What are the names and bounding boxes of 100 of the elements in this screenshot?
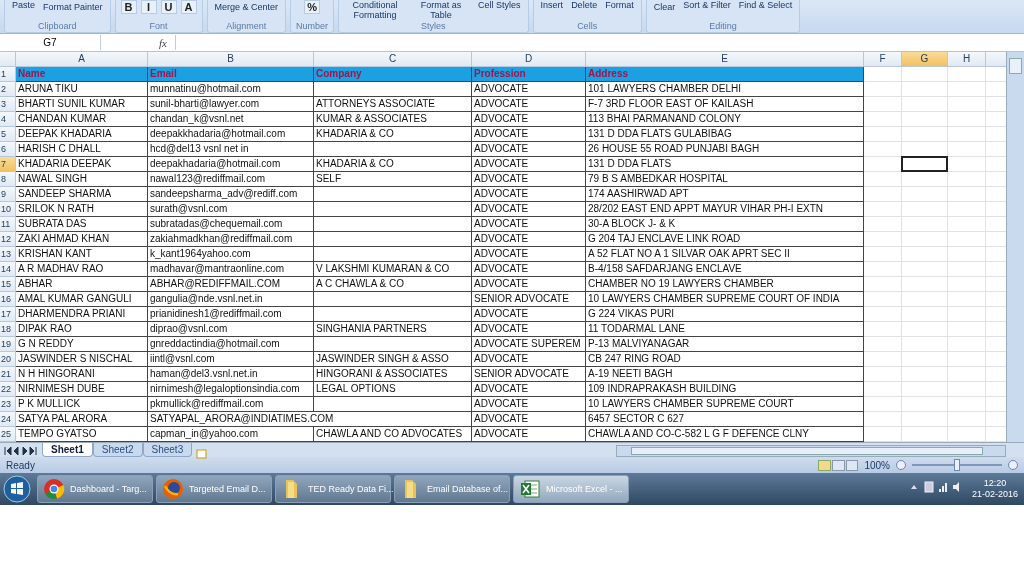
table-cell-text: G 224 VIKAS PURI [587, 307, 676, 321]
row-header[interactable]: 11 [0, 217, 16, 232]
row-header[interactable]: 9 [0, 187, 16, 202]
row-header[interactable]: 15 [0, 277, 16, 292]
vertical-scrollbar[interactable] [1006, 52, 1024, 442]
table-cell-text: 10 LAWYERS CHAMBER SUPREME COURT [587, 397, 795, 411]
table-cell-text: CHANDAN KUMAR [17, 112, 108, 126]
table-cell-text: ADVOCATE [473, 427, 530, 441]
row-header[interactable]: 12 [0, 232, 16, 247]
ribbon-button[interactable]: Paste [10, 0, 37, 10]
ribbon-button[interactable]: Format as Table [410, 0, 473, 20]
globe-icon [162, 478, 184, 500]
table-cell-text: KHADARIA & CO [315, 157, 395, 171]
row-header[interactable]: 18 [0, 322, 16, 337]
table-cell-text: SELF [315, 172, 342, 186]
style-toggle[interactable]: A [180, 0, 197, 14]
row-header[interactable]: 1 [0, 67, 16, 82]
ribbon-button[interactable]: Format [603, 0, 636, 10]
ribbon-button[interactable]: Merge & Center [212, 2, 281, 12]
row-header[interactable]: 16 [0, 292, 16, 307]
style-toggle[interactable]: I [140, 0, 157, 14]
table-cell-text: sunil-bharti@lawyer.com [149, 97, 261, 111]
view-buttons-icon[interactable] [818, 459, 859, 471]
horizontal-scrollbar[interactable] [616, 445, 1006, 457]
row-header[interactable]: 25 [0, 427, 16, 442]
ribbon-button[interactable]: Sort & Filter [681, 0, 733, 10]
active-cell[interactable] [901, 156, 948, 172]
row-header[interactable]: 21 [0, 367, 16, 382]
style-toggle[interactable]: U [160, 0, 177, 14]
table-cell-text: ADVOCATE [473, 157, 530, 171]
table-cell-text: JASWINDER SINGH & ASSO [315, 352, 450, 366]
row-header[interactable]: 6 [0, 142, 16, 157]
table-cell-text: ADVOCATE [473, 82, 530, 96]
table-cell-text: 26 HOUSE 55 ROAD PUNJABI BAGH [587, 142, 761, 156]
table-cell-text: ADVOCATE [473, 382, 530, 396]
table-cell-text: 113 BHAI PARMANAND COLONY [587, 112, 742, 126]
zoom-out-icon[interactable] [896, 460, 906, 470]
ribbon-button[interactable]: Cell Styles [476, 0, 523, 10]
table-cell-text: gangulia@nde.vsnl.net.in [149, 292, 264, 306]
table-cell-text: CHAMBER NO 19 LAWYERS CHAMBER [587, 277, 775, 291]
row-header[interactable]: 22 [0, 382, 16, 397]
table-cell-text: 174 AASHIRWAD APT [587, 187, 690, 201]
style-toggle[interactable]: B [120, 0, 137, 14]
row-header[interactable]: 23 [0, 397, 16, 412]
sheet-tab[interactable]: Sheet2 [92, 443, 143, 457]
start-button[interactable] [0, 475, 34, 503]
group-label: Styles [421, 21, 446, 32]
table-cell-text: KHADARIA DEEPAK [17, 157, 113, 171]
table-cell-text: ADVOCATE [473, 127, 530, 141]
table-cell-text: zakiahmadkhan@rediffmail.com [149, 232, 294, 246]
table-cell-text: KUMAR & ASSOCIATES [315, 112, 428, 126]
group-label: Clipboard [38, 21, 77, 32]
ribbon-button[interactable]: Insert [538, 0, 566, 10]
table-cell-text: LEGAL OPTIONS [315, 382, 397, 396]
table-cell-text: ADVOCATE [473, 172, 530, 186]
ribbon-button[interactable]: Clear [651, 2, 678, 12]
ribbon-button[interactable]: Find & Select [736, 0, 795, 10]
table-cell-text: SENIOR ADVOCATE [473, 367, 570, 381]
table-cell-text: nirnimesh@legaloptionsindia.com [149, 382, 301, 396]
zoom-slider-thumb[interactable] [954, 459, 960, 471]
row-header[interactable]: 20 [0, 352, 16, 367]
row-header[interactable]: 13 [0, 247, 16, 262]
function-button[interactable]: fx [159, 36, 167, 49]
table-cell-text: pkmullick@rediffmail.com [149, 397, 265, 411]
row-header[interactable]: 10 [0, 202, 16, 217]
table-cell-text: HARISH C DHALL [17, 142, 102, 156]
zoom-in-icon[interactable] [1008, 460, 1018, 470]
row-header[interactable]: 4 [0, 112, 16, 127]
table-cell-text: haman@del3.vsnl.net.in [149, 367, 259, 381]
table-cell-text: V LAKSHMI KUMARAN & CO [315, 262, 451, 276]
column-header[interactable]: G [902, 52, 948, 67]
row-header[interactable]: 3 [0, 97, 16, 112]
row-header[interactable]: 7 [0, 157, 16, 172]
ribbon-button[interactable]: Format Painter [41, 2, 105, 12]
ribbon-button[interactable]: Delete [569, 0, 600, 10]
sheet-tab[interactable]: Sheet1 [42, 443, 93, 457]
sheet-tab[interactable]: Sheet3 [142, 443, 193, 457]
table-cell-text: CB 247 RING ROAD [587, 352, 682, 366]
row-header[interactable]: 8 [0, 172, 16, 187]
table-cell-text: ATTORNEYS ASSOCIATE [315, 97, 436, 111]
row-header[interactable]: 17 [0, 307, 16, 322]
table-cell-text: G 204 TAJ ENCLAVE LINK ROAD [587, 232, 742, 246]
table-cell-text: SUBRATA DAS [17, 217, 88, 231]
table-cell-text: P-13 MALVIYANAGAR [587, 337, 691, 351]
table-cell-text: ADVOCATE [473, 217, 530, 231]
row-header[interactable]: 5 [0, 127, 16, 142]
table-cell-text: sandeepsharma_adv@rediff.com [149, 187, 299, 201]
table-cell-text: ADVOCATE SUPEREM [473, 337, 582, 351]
ribbon-button[interactable]: Conditional Formatting [344, 0, 407, 20]
row-header[interactable]: 19 [0, 337, 16, 352]
table-cell-text: 101 LAWYERS CHAMBER DELHI [587, 82, 742, 96]
row-header[interactable]: 24 [0, 412, 16, 427]
table-cell-text: A 52 FLAT NO A 1 SILVAR OAK APRT SEC II [587, 247, 791, 261]
name-box[interactable]: G7 [0, 35, 101, 50]
table-cell-text: 79 B S AMBEDKAR HOSPITAL [587, 172, 729, 186]
table-cell-text: 109 INDRAPRAKASH BUILDING [587, 382, 738, 396]
row-header[interactable]: 14 [0, 262, 16, 277]
row-header[interactable]: 2 [0, 82, 16, 97]
style-toggle[interactable]: % [304, 0, 321, 14]
table-cell-text: ADVOCATE [473, 142, 530, 156]
